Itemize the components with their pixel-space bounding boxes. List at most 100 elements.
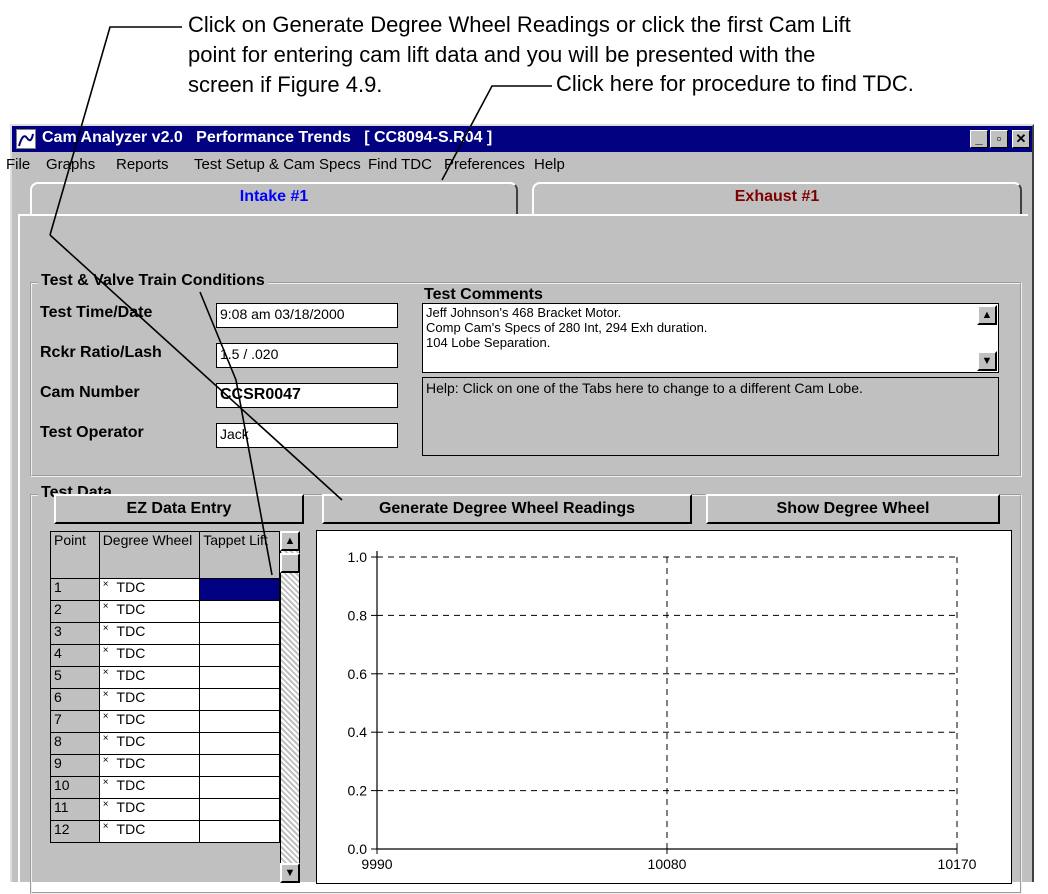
degree-wheel-cell[interactable]: × TDC (98, 820, 201, 843)
row-marker-icon: × (102, 733, 109, 744)
x-tick-label: 10080 (648, 856, 687, 872)
degree-wheel-value: TDC (116, 623, 146, 639)
point-cell: 9 (50, 754, 100, 777)
degree-wheel-cell[interactable]: × TDC (98, 666, 201, 689)
cam-number-field[interactable]: CCSR0047 (216, 383, 398, 408)
tappet-lift-cell[interactable] (199, 622, 280, 645)
menu-reports[interactable]: Reports (116, 156, 169, 173)
tappet-lift-cell[interactable] (199, 688, 280, 711)
degree-wheel-cell[interactable]: × TDC (98, 732, 201, 755)
callout-line: point for entering cam lift data and you… (188, 42, 816, 67)
degree-wheel-value: TDC (116, 711, 146, 727)
callout-find-tdc: Click here for procedure to find TDC. (556, 69, 914, 99)
tappet-lift-cell[interactable] (199, 754, 280, 777)
tappet-lift-cell[interactable] (199, 798, 280, 821)
table-row: 12 × TDC (50, 820, 280, 843)
app-icon[interactable] (16, 129, 36, 149)
degree-wheel-value: TDC (116, 777, 146, 793)
tappet-lift-cell[interactable] (199, 710, 280, 733)
degree-wheel-cell[interactable]: × TDC (98, 798, 201, 821)
title-bar[interactable]: Cam Analyzer v2.0 Performance Trends [ C… (12, 126, 1032, 152)
point-cell: 6 (50, 688, 100, 711)
degree-wheel-value: TDC (116, 689, 146, 705)
tab-intake[interactable]: Intake #1 (30, 182, 518, 214)
menu-help[interactable]: Help (534, 156, 565, 173)
degree-wheel-value: TDC (116, 755, 146, 771)
button-label: Generate Degree Wheel Readings (378, 500, 636, 517)
restore-button[interactable]: ▫ (990, 130, 1008, 148)
degree-wheel-cell[interactable]: × TDC (98, 710, 201, 733)
rocker-ratio-field[interactable]: 1.5 / .020 (216, 343, 398, 368)
comment-line: Comp Cam's Specs of 280 Int, 294 Exh dur… (426, 320, 708, 335)
y-tick-label: 0.8 (348, 607, 368, 623)
degree-wheel-cell[interactable]: × TDC (98, 644, 201, 667)
menu-preferences[interactable]: Preferences (444, 156, 525, 173)
row-marker-icon: × (102, 645, 109, 656)
test-comments-box[interactable]: Jeff Johnson's 468 Bracket Motor. Comp C… (422, 303, 999, 373)
column-header-tappet-lift: Tappet Lift (199, 531, 280, 579)
menu-test-setup[interactable]: Test Setup & Cam Specs (194, 156, 361, 173)
conditions-group-label: Test & Valve Train Conditions (38, 272, 268, 290)
help-box: Help: Click on one of the Tabs here to c… (422, 377, 999, 456)
table-row: 9 × TDC (50, 754, 280, 777)
window-title: Cam Analyzer v2.0 Performance Trends [ C… (42, 129, 493, 146)
show-degree-wheel-button[interactable]: Show Degree Wheel (706, 494, 1000, 524)
row-marker-icon: × (102, 777, 109, 788)
degree-wheel-value: TDC (116, 799, 146, 815)
row-marker-icon: × (102, 623, 109, 634)
lift-chart-plot: 0.0 0.2 0.4 0.6 0.8 1.0 9990 10080 10170 (348, 549, 977, 872)
y-tick-label: 0.6 (348, 666, 368, 682)
table-row: 6 × TDC (50, 688, 280, 711)
test-operator-field[interactable]: Jack (216, 423, 398, 448)
minimize-button[interactable]: _ (970, 130, 988, 148)
lift-chart: 0.0 0.2 0.4 0.6 0.8 1.0 9990 10080 10170 (316, 530, 1012, 884)
comments-scroll-down-icon[interactable]: ▼ (977, 351, 997, 371)
grid-scroll-up-icon[interactable]: ▲ (280, 531, 300, 551)
degree-wheel-cell[interactable]: × TDC (98, 688, 201, 711)
degree-wheel-cell[interactable]: × TDC (98, 578, 201, 601)
degree-wheel-cell[interactable]: × TDC (98, 622, 201, 645)
app-window: Cam Analyzer v2.0 Performance Trends [ C… (6, 124, 1034, 894)
degree-wheel-cell[interactable]: × TDC (98, 600, 201, 623)
tab-exhaust[interactable]: Exhaust #1 (532, 182, 1022, 214)
point-cell: 7 (50, 710, 100, 733)
close-button[interactable]: ✕ (1012, 130, 1030, 148)
point-cell: 10 (50, 776, 100, 799)
table-row: 1 × TDC (50, 578, 280, 601)
grid-scroll-down-icon[interactable]: ▼ (280, 863, 300, 883)
tappet-lift-cell[interactable] (199, 644, 280, 667)
tappet-lift-cell[interactable] (199, 600, 280, 623)
menu-graphs[interactable]: Graphs (46, 156, 95, 173)
menu-bar: File Graphs Reports Test Setup & Cam Spe… (6, 152, 1032, 178)
y-tick-label: 0.2 (348, 783, 368, 799)
table-row: 4 × TDC (50, 644, 280, 667)
table-row: 3 × TDC (50, 622, 280, 645)
y-tick-label: 0.4 (348, 724, 368, 740)
point-cell: 11 (50, 798, 100, 821)
tappet-lift-cell[interactable] (199, 578, 280, 601)
menu-file[interactable]: File (6, 156, 30, 173)
test-operator-label: Test Operator (40, 424, 144, 441)
point-cell: 5 (50, 666, 100, 689)
row-marker-icon: × (102, 579, 109, 590)
generate-degree-wheel-readings-button[interactable]: Generate Degree Wheel Readings (322, 494, 692, 524)
tappet-lift-cell[interactable] (199, 820, 280, 843)
test-time-field[interactable]: 9:08 am 03/18/2000 (216, 303, 398, 328)
point-cell: 12 (50, 820, 100, 843)
menu-find-tdc[interactable]: Find TDC (368, 156, 432, 173)
row-marker-icon: × (102, 755, 109, 766)
comment-line: Jeff Johnson's 468 Bracket Motor. (426, 305, 622, 320)
comments-scroll-up-icon[interactable]: ▲ (977, 305, 997, 325)
ez-data-entry-button[interactable]: EZ Data Entry (54, 494, 304, 524)
tab-label: Exhaust #1 (734, 188, 820, 205)
grid-scroll-thumb[interactable] (280, 553, 300, 573)
tappet-lift-cell[interactable] (199, 666, 280, 689)
row-marker-icon: × (102, 667, 109, 678)
tappet-lift-cell[interactable] (199, 776, 280, 799)
degree-wheel-cell[interactable]: × TDC (98, 754, 201, 777)
callout-line: Click on Generate Degree Wheel Readings … (188, 12, 851, 37)
grid-scrollbar[interactable] (280, 531, 300, 883)
degree-wheel-cell[interactable]: × TDC (98, 776, 201, 799)
tappet-lift-cell[interactable] (199, 732, 280, 755)
degree-wheel-value: TDC (116, 601, 146, 617)
